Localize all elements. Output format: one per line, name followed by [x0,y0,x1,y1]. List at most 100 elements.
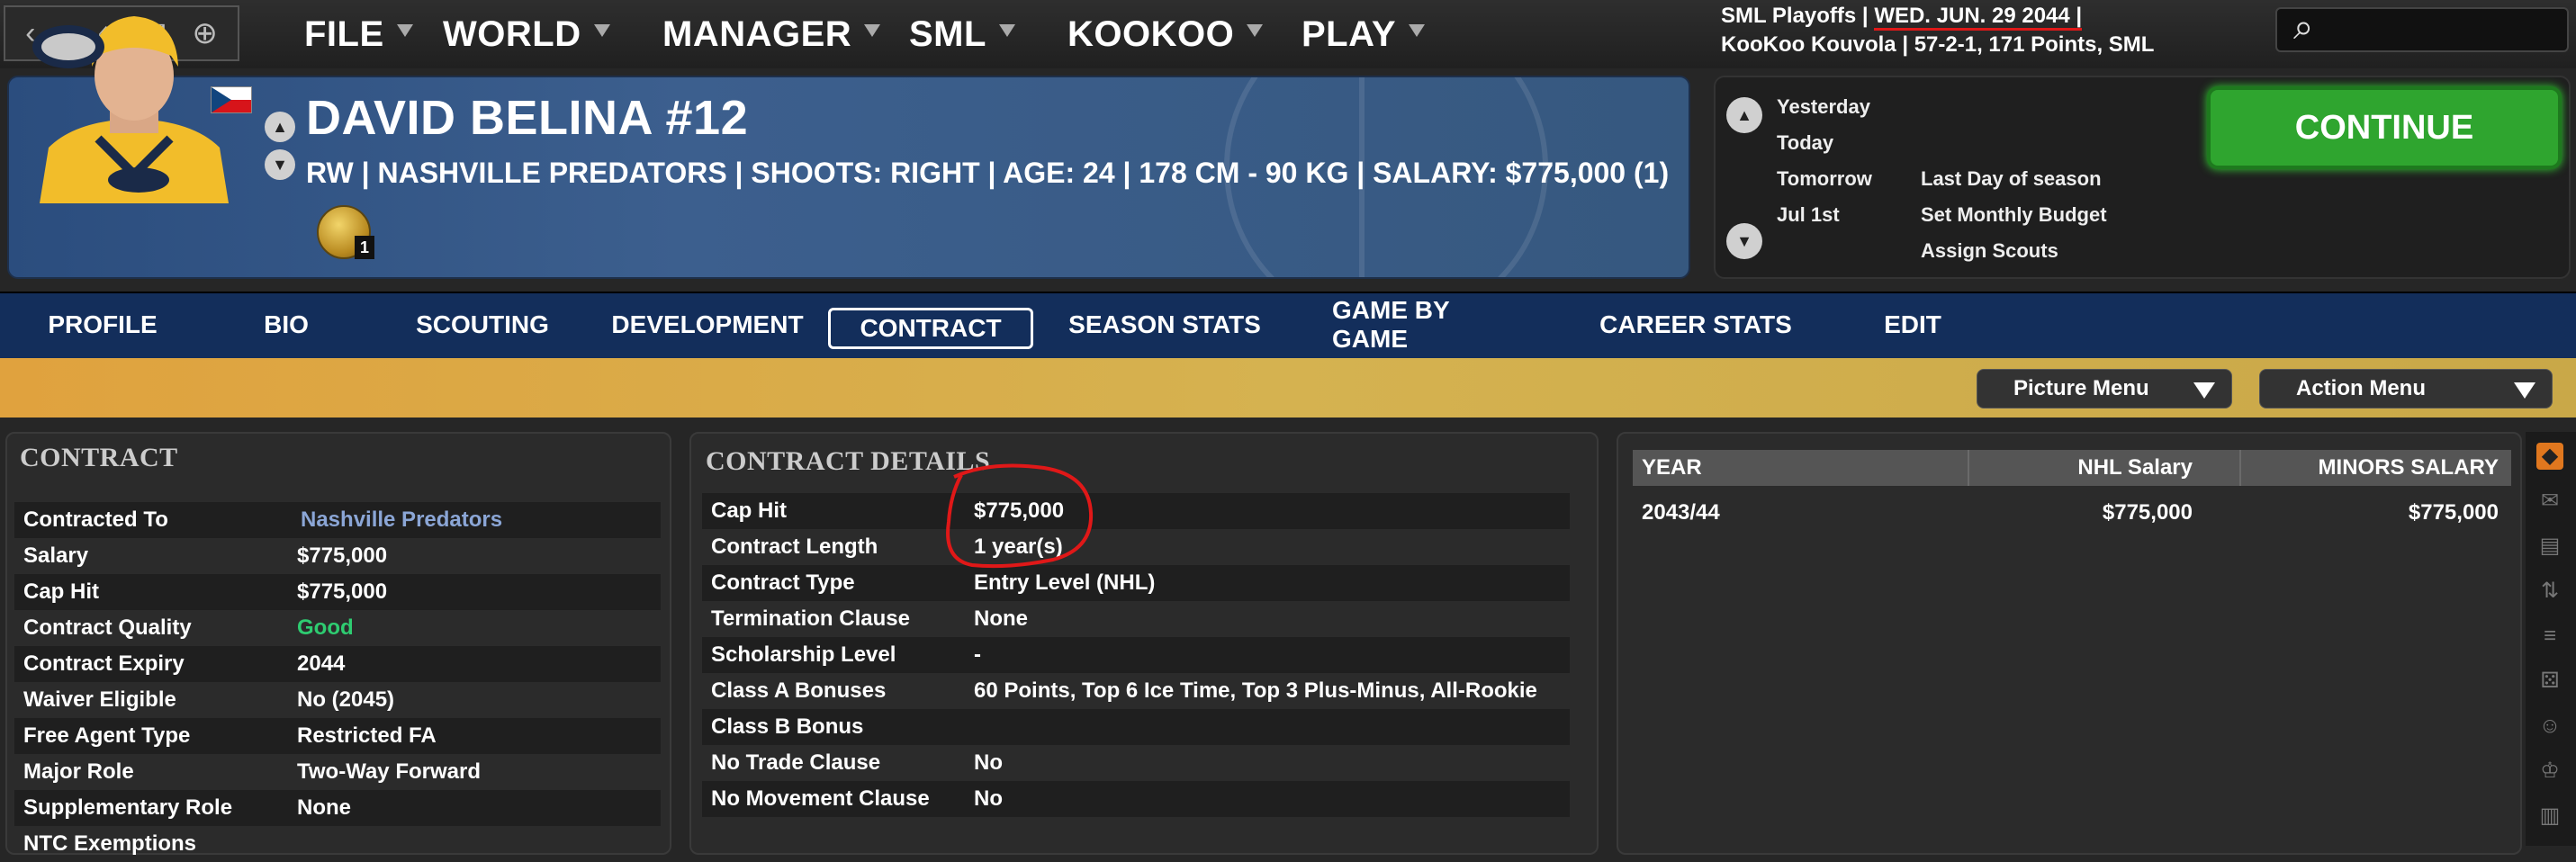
menu-play[interactable]: PLAY [1302,7,1426,61]
calendar-down-button[interactable]: ▼ [1726,223,1762,259]
menu-kookoo[interactable]: KOOKOO [1067,7,1264,61]
menu-file[interactable]: FILE [304,7,413,61]
chevron-down-icon [2193,382,2215,399]
calendar-day-yesterday[interactable]: Yesterday [1777,95,1870,119]
salary-table-header: YEAR NHL Salary MINORS SALARY [1633,450,2511,486]
details-value: None [974,606,1028,631]
contract-label: Waiver Eligible [23,687,176,712]
clipboard-icon[interactable]: ▤ [2536,533,2563,560]
tab-profile[interactable]: PROFILE [34,304,171,346]
contract-row: Contract Quality Good [14,610,661,646]
contracted-to-link[interactable]: Nashville Predators [301,507,502,533]
details-label: Cap Hit [711,498,787,523]
tab-contract[interactable]: CONTRACT [828,308,1033,349]
details-value: - [974,642,981,667]
calendar-day-tomorrow[interactable]: Tomorrow [1777,167,1872,191]
menu-sml[interactable]: SML [909,7,1015,61]
player-name: DAVID BELINA #12 [306,91,749,145]
menu-sml-label: SML [909,13,986,54]
czech-flag-icon [211,86,252,113]
contract-row: Major Role Two-Way Forward [14,754,661,790]
dice-icon[interactable]: ⚄ [2536,668,2563,695]
cell-nhl-salary: $775,000 [2102,500,2193,525]
details-row: Class A Bonuses 60 Points, Top 6 Ice Time… [702,673,1570,709]
menu-kookoo-label: KOOKOO [1067,13,1235,54]
table-row[interactable]: 2043/44 $775,000 $775,000 [1633,495,2511,531]
next-player-button[interactable]: ▼ [265,149,295,180]
details-label: Termination Clause [711,606,910,631]
contract-value: 2044 [297,651,346,676]
contract-title: CONTRACT [20,443,178,472]
transfer-icon[interactable]: ⇅ [2536,578,2563,605]
tab-bio[interactable]: BIO [243,304,329,346]
chevron-down-icon [2514,382,2535,399]
menu-file-label: FILE [304,13,384,54]
details-label: Class A Bonuses [711,678,887,703]
col-nhl-salary[interactable]: NHL Salary [2077,455,2193,480]
calendar-day-today[interactable]: Today [1777,131,1833,155]
action-menu-label: Action Menu [2296,376,2426,400]
chevron-down-icon [1247,24,1264,37]
document-icon[interactable]: ▥ [2536,803,2563,830]
competition-label: SML Playoffs | [1721,4,1869,28]
annotation-circle [946,463,1094,569]
contract-label: Salary [23,543,89,568]
tab-scouting[interactable]: SCOUTING [410,304,554,346]
contract-value: Restricted FA [297,723,437,748]
tab-game-by-game[interactable]: GAME BY GAME [1332,296,1530,353]
details-row: No Trade Clause No [702,745,1570,781]
calendar-day-jul1[interactable]: Jul 1st [1777,203,1840,227]
details-row: Cap Hit $775,000 [702,493,1570,529]
calendar-event[interactable]: Assign Scouts [1921,239,2058,263]
contract-value: $775,000 [297,579,388,604]
people-icon[interactable]: ☺ [2536,713,2563,740]
cell-year: 2043/44 [1642,500,1720,525]
tab-development[interactable]: DEVELOPMENT [608,304,806,346]
col-minors-salary[interactable]: MINORS SALARY [2319,455,2499,480]
details-row: Termination Clause None [702,601,1570,637]
contract-label: Contract Quality [23,615,192,640]
contract-label: Supplementary Role [23,795,233,820]
cell-minors-salary: $775,000 [2408,500,2499,525]
picture-menu-dropdown[interactable]: Picture Menu [1977,369,2232,409]
calendar-event[interactable]: Last Day of season [1921,167,2102,191]
contract-row: NTC Exemptions [14,826,661,862]
chevron-down-icon [593,24,610,37]
contract-label: Contracted To [23,507,168,532]
contract-label: Contract Expiry [23,651,185,676]
mail-icon[interactable]: ✉ [2536,488,2563,515]
team-name[interactable]: KooKoo Kouvola | [1721,32,1908,57]
chevron-down-icon [864,24,881,37]
contract-row: Salary $775,000 [14,538,661,574]
details-row: Class B Bonus [702,709,1570,745]
tab-career-stats[interactable]: CAREER STATS [1597,304,1795,346]
trophy-icon[interactable]: ♔ [2536,758,2563,785]
contract-value: $775,000 [297,543,388,568]
action-menu-dropdown[interactable]: Action Menu [2259,369,2553,409]
calendar-up-button[interactable]: ▲ [1726,97,1762,133]
col-year[interactable]: YEAR [1642,455,1702,480]
tab-bar [0,292,2576,358]
details-value: Entry Level (NHL) [974,570,1156,595]
jersey-icon[interactable]: ◆ [2536,443,2563,470]
player-info: RW | NASHVILLE PREDATORS | SHOOTS: RIGHT… [306,157,1670,189]
tab-edit[interactable]: EDIT [1872,304,1953,346]
calendar-event[interactable]: Set Monthly Budget [1921,203,2107,227]
details-label: Class B Bonus [711,714,864,739]
contract-label: NTC Exemptions [23,831,197,856]
continue-button[interactable]: CONTINUE [2207,86,2562,169]
menu-play-label: PLAY [1302,13,1397,54]
menu-manager[interactable]: MANAGER [662,7,881,61]
picture-menu-label: Picture Menu [2013,376,2149,400]
menu-manager-label: MANAGER [662,13,852,54]
contract-row: Supplementary Role None [14,790,661,826]
contract-row: Contract Expiry 2044 [14,646,661,682]
menu-world[interactable]: WORLD [443,7,610,61]
tab-season-stats[interactable]: SEASON STATS [1066,304,1264,346]
contract-value: None [297,795,351,820]
prev-player-button[interactable]: ▲ [265,112,295,142]
col-divider [1968,450,1969,486]
search-input[interactable]: ⌕ [2275,7,2569,52]
search-icon: ⌕ [2293,7,2314,47]
list-icon[interactable]: ≡ [2536,623,2563,650]
